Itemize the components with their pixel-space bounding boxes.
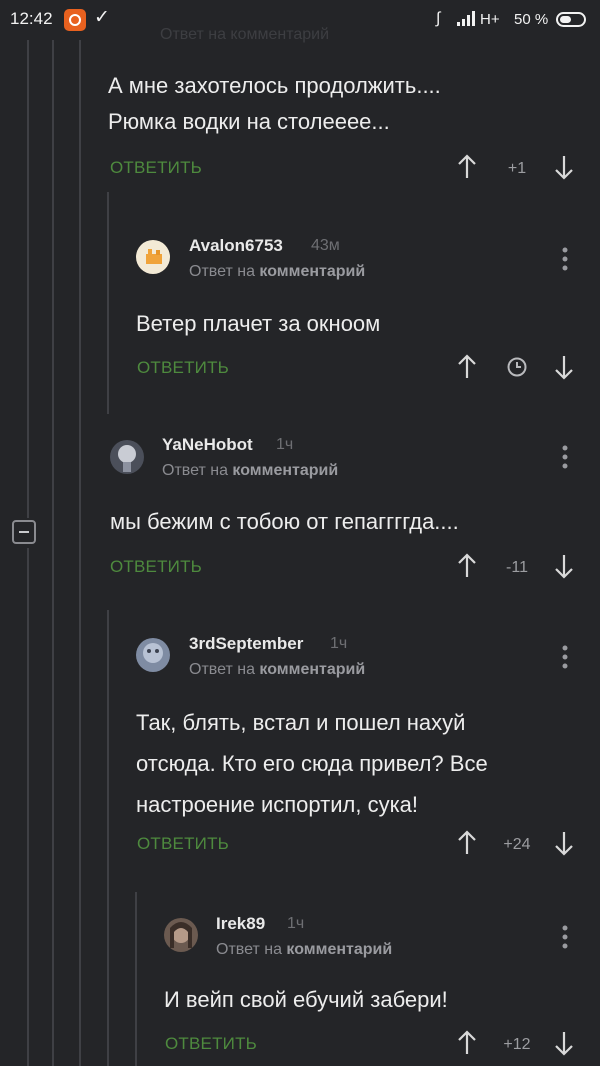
more-options-icon[interactable] (562, 444, 568, 470)
avatar[interactable] (164, 918, 198, 952)
comment-rating: +12 (503, 1036, 531, 1053)
comment-reply-to[interactable]: Ответ на комментарий (189, 263, 365, 281)
comment: Ответ на комментарий А мне захотелось пр… (0, 0, 600, 190)
comment-reply-to: Ответ на комментарий (160, 26, 330, 43)
upvote-arrow-icon[interactable] (456, 354, 478, 380)
comment-reply-to[interactable]: Ответ на комментарий (216, 941, 392, 959)
downvote-arrow-icon[interactable] (553, 1030, 575, 1056)
avatar[interactable] (110, 440, 144, 474)
comment-body: Так, блять, встал и пошел нахуй отсюда. … (136, 710, 488, 817)
comment-body: И вейп свой ебучий забери! (164, 987, 448, 1012)
more-options-icon[interactable] (562, 644, 568, 670)
downvote-arrow-icon[interactable] (553, 553, 575, 579)
comment-author[interactable]: 3rdSeptember (189, 634, 303, 654)
comment-rating: +1 (507, 160, 527, 177)
avatar[interactable] (136, 240, 170, 274)
comment-rating: -11 (506, 559, 528, 576)
reply-button[interactable]: ОТВЕТИТЬ (137, 358, 229, 378)
comment-rating: +24 (503, 836, 531, 853)
comment-time: 1ч (276, 436, 294, 453)
upvote-arrow-icon[interactable] (456, 553, 478, 579)
more-options-icon[interactable] (562, 246, 568, 272)
downvote-arrow-icon[interactable] (553, 154, 575, 180)
comment-body: Ветер плачет за окноом (136, 311, 381, 336)
comment: 3rdSeptember 1ч Ответ на комментарий Так… (0, 618, 600, 878)
comment-time: 1ч (330, 635, 348, 652)
comment: Irek89 1ч Ответ на комментарий И вейп св… (0, 898, 600, 1066)
upvote-arrow-icon[interactable] (456, 154, 478, 180)
clock-icon (507, 357, 527, 377)
comment-reply-to[interactable]: Ответ на комментарий (162, 462, 338, 480)
comment-author[interactable]: YaNeHobot (162, 435, 253, 455)
comment-body: А мне захотелось продолжить.... Рюмка во… (108, 73, 441, 134)
more-options-icon[interactable] (562, 924, 568, 950)
comment: YaNeHobot 1ч Ответ на комментарий мы беж… (0, 420, 600, 600)
comment-time: 43м (311, 237, 340, 254)
comment-author[interactable]: Avalon6753 (189, 236, 283, 256)
comment-time: 1ч (287, 915, 305, 932)
upvote-arrow-icon[interactable] (456, 1030, 478, 1056)
comment: Avalon6753 43м Ответ на комментарий Вете… (0, 220, 600, 400)
upvote-arrow-icon[interactable] (456, 830, 478, 856)
reply-button[interactable]: ОТВЕТИТЬ (165, 1034, 257, 1054)
downvote-arrow-icon[interactable] (553, 354, 575, 380)
comment-author[interactable]: Irek89 (216, 914, 265, 934)
reply-button[interactable]: ОТВЕТИТЬ (137, 834, 229, 854)
reply-button[interactable]: ОТВЕТИТЬ (110, 557, 202, 577)
reply-button[interactable]: ОТВЕТИТЬ (110, 158, 202, 178)
avatar[interactable] (136, 638, 170, 672)
downvote-arrow-icon[interactable] (553, 830, 575, 856)
comment-body: мы бежим с тобою от гепаггггда.... (110, 509, 459, 534)
comment-reply-to[interactable]: Ответ на комментарий (189, 661, 365, 679)
